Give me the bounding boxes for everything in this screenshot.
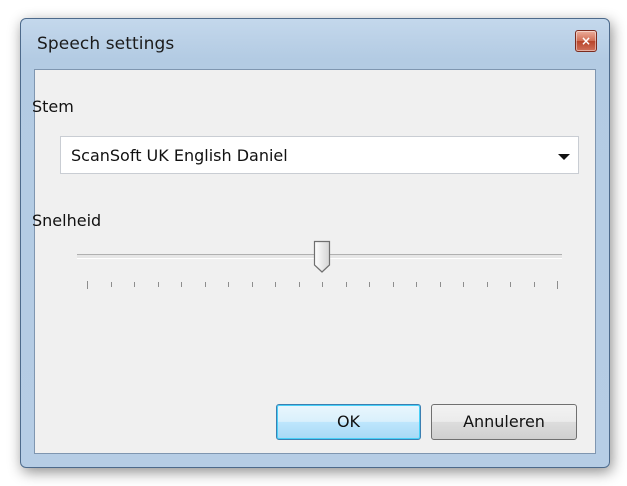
slider-tick (393, 282, 394, 287)
slider-tick (557, 281, 558, 289)
cancel-button[interactable]: Annuleren (431, 404, 577, 440)
slider-tick (205, 282, 206, 287)
slider-tick (416, 282, 417, 287)
slider-tick (111, 282, 112, 287)
slider-tick (134, 282, 135, 287)
slider-tick (346, 282, 347, 287)
slider-tick (463, 282, 464, 287)
voice-label: Stem (32, 97, 74, 116)
slider-tick (228, 282, 229, 287)
slider-tick (369, 282, 370, 287)
title-bar[interactable]: Speech settings × (21, 19, 609, 67)
window-title: Speech settings (37, 34, 175, 54)
chevron-down-icon[interactable] (558, 154, 570, 160)
slider-tick (440, 282, 441, 287)
slider-tick (322, 282, 323, 287)
close-button[interactable]: × (575, 30, 597, 52)
voice-dropdown[interactable]: ScanSoft UK English Daniel (60, 136, 579, 174)
speed-label: Snelheid (32, 211, 102, 230)
slider-thumb-icon[interactable] (312, 240, 332, 274)
slider-tick (534, 282, 535, 287)
ok-button[interactable]: OK (276, 404, 421, 440)
slider-tick (252, 282, 253, 287)
slider-tick (487, 282, 488, 287)
close-icon: × (580, 34, 592, 48)
slider-tick (181, 282, 182, 287)
voice-dropdown-value: ScanSoft UK English Daniel (71, 146, 288, 165)
slider-tick (299, 282, 300, 287)
speed-slider-ticks (87, 281, 558, 290)
slider-tick (87, 281, 88, 289)
slider-tick (275, 282, 276, 287)
slider-tick (158, 282, 159, 287)
slider-tick (510, 282, 511, 287)
